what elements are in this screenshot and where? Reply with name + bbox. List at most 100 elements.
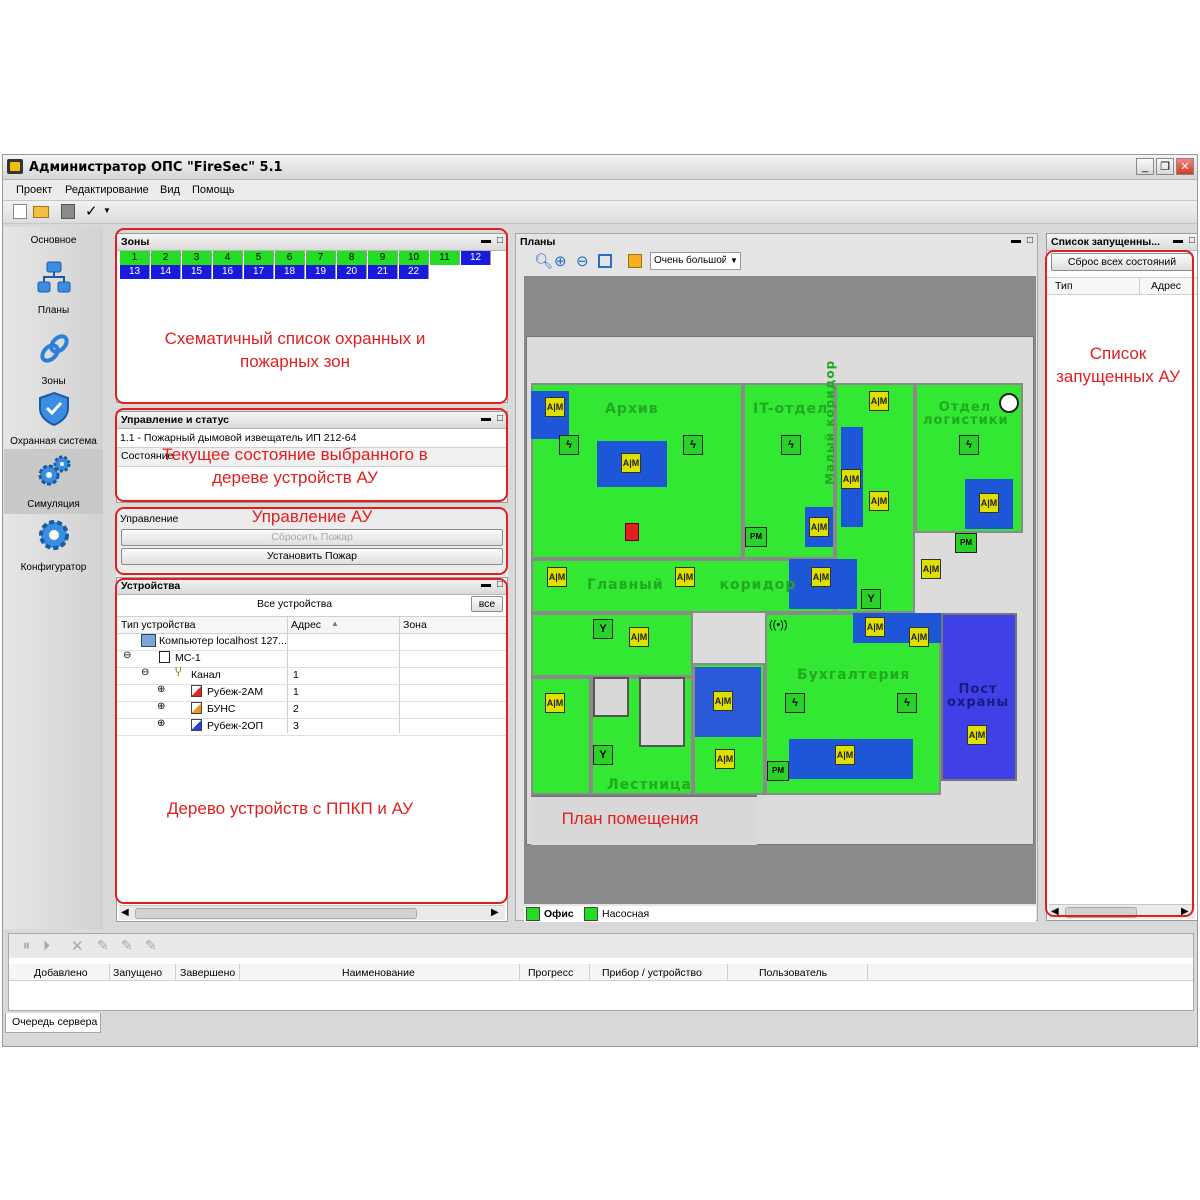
zone-cell-20[interactable]: 20 bbox=[337, 265, 367, 279]
zone-cell-7[interactable]: 7 bbox=[306, 251, 336, 265]
zone-cell-8[interactable]: 8 bbox=[337, 251, 367, 265]
heat-sensor-icon[interactable]: ϟ bbox=[897, 693, 917, 713]
nav-item-zones[interactable]: Зоны bbox=[4, 331, 103, 387]
collapse-icon[interactable]: ⊖ bbox=[141, 667, 149, 678]
menu-project[interactable]: Проект bbox=[16, 184, 52, 196]
maximize-icon[interactable]: □ bbox=[497, 235, 503, 246]
zoom-in-icon[interactable]: ⊕ bbox=[554, 252, 567, 270]
heat-sensor-icon[interactable]: ϟ bbox=[785, 693, 805, 713]
restore-button[interactable]: ❐ bbox=[1156, 158, 1174, 175]
dropdown-arrow-icon[interactable]: ▼ bbox=[103, 206, 111, 215]
col-type[interactable]: Тип bbox=[1055, 280, 1073, 292]
reset-all-states-button[interactable]: Сброс всех состояний bbox=[1051, 253, 1193, 271]
maximize-icon[interactable]: □ bbox=[497, 413, 503, 424]
zone-cell-21[interactable]: 21 bbox=[368, 265, 398, 279]
zone-cell-9[interactable]: 9 bbox=[368, 251, 398, 265]
close-button[interactable]: ✕ bbox=[1176, 158, 1194, 175]
zoom-out-icon[interactable]: ⊖ bbox=[576, 252, 589, 270]
nav-item-simulation[interactable]: Симуляция bbox=[4, 449, 103, 514]
col-started[interactable]: Запущено bbox=[113, 967, 162, 979]
zone-cell-5[interactable]: 5 bbox=[244, 251, 274, 265]
expand-icon[interactable]: ⊕ bbox=[157, 684, 165, 695]
scroll-thumb[interactable] bbox=[1065, 907, 1137, 918]
zone-cell-4[interactable]: 4 bbox=[213, 251, 243, 265]
antenna-icon[interactable]: Y bbox=[593, 745, 613, 765]
col-progress[interactable]: Прогресс bbox=[528, 967, 573, 979]
collapse-icon[interactable]: ⊖ bbox=[123, 650, 131, 661]
open-folder-icon[interactable] bbox=[33, 206, 49, 218]
menu-help[interactable]: Помощь bbox=[192, 184, 235, 196]
am-sensor[interactable]: А|М bbox=[545, 693, 565, 713]
play-icon[interactable]: ⏵︎ bbox=[43, 937, 50, 954]
menu-view[interactable]: Вид bbox=[160, 184, 180, 196]
am-sensor[interactable]: А|М bbox=[841, 469, 861, 489]
pm-module[interactable]: PM bbox=[745, 527, 767, 547]
task-icon-1[interactable]: ✎ bbox=[97, 937, 109, 954]
antenna-icon[interactable]: Y bbox=[861, 589, 881, 609]
pin-icon[interactable]: ▬ bbox=[1011, 235, 1021, 246]
zone-cell-3[interactable]: 3 bbox=[182, 251, 212, 265]
floor-plan[interactable]: Архив IT-отдел Отдел логистики Малый кор… bbox=[526, 336, 1034, 845]
scroll-right-icon[interactable]: ▶ bbox=[491, 907, 499, 918]
pause-icon[interactable]: ⏸︎ bbox=[23, 937, 30, 954]
tree-row-buns[interactable]: ⊕ БУНС 2 bbox=[117, 701, 507, 719]
am-sensor[interactable]: А|М bbox=[809, 517, 829, 537]
layers-icon[interactable] bbox=[628, 254, 642, 268]
set-fire-button[interactable]: Установить Пожар bbox=[121, 548, 503, 565]
zone-cell-18[interactable]: 18 bbox=[275, 265, 305, 279]
zoom-select[interactable]: Очень большой ▼ bbox=[650, 252, 741, 270]
col-zone[interactable]: Зона bbox=[403, 619, 427, 631]
heat-sensor-icon[interactable]: ϟ bbox=[959, 435, 979, 455]
zone-cell-22[interactable]: 22 bbox=[399, 265, 429, 279]
pin-icon[interactable]: ▬ bbox=[1173, 235, 1183, 246]
col-device[interactable]: Прибор / устройство bbox=[602, 967, 702, 979]
am-sensor[interactable]: А|М bbox=[835, 745, 855, 765]
reset-fire-button[interactable]: Сбросить Пожар bbox=[121, 529, 503, 546]
zone-cell-2[interactable]: 2 bbox=[151, 251, 181, 265]
all-devices-button[interactable]: все bbox=[471, 596, 503, 612]
menu-edit[interactable]: Редактирование bbox=[65, 184, 149, 196]
zone-cell-16[interactable]: 16 bbox=[213, 265, 243, 279]
scroll-left-icon[interactable]: ◀ bbox=[1051, 906, 1059, 917]
tree-row-rubezh-2op[interactable]: ⊕ Рубеж-2ОП 3 bbox=[117, 718, 507, 736]
tree-row-computer[interactable]: Компьютер localhost 127... bbox=[117, 633, 507, 651]
am-sensor[interactable]: А|М bbox=[921, 559, 941, 579]
new-file-icon[interactable] bbox=[13, 204, 27, 219]
expand-icon[interactable]: ⊕ bbox=[157, 718, 165, 729]
tree-row-channel[interactable]: ⊖ Ⴤ Канал 1 bbox=[117, 667, 507, 685]
pin-icon[interactable]: ▬ bbox=[481, 579, 491, 590]
am-sensor[interactable]: А|М bbox=[713, 691, 733, 711]
zone-cell-10[interactable]: 10 bbox=[399, 251, 429, 265]
zone-cell-12[interactable]: 12 bbox=[461, 251, 491, 265]
col-name[interactable]: Наименование bbox=[342, 967, 415, 979]
maximize-icon[interactable]: □ bbox=[1189, 235, 1195, 246]
nav-item-configurator[interactable]: Конфигуратор bbox=[4, 517, 103, 573]
col-address[interactable]: Адрес bbox=[1151, 280, 1181, 292]
antenna-icon[interactable]: Y bbox=[593, 619, 613, 639]
pm-module[interactable]: PM bbox=[767, 761, 789, 781]
am-sensor[interactable]: А|М bbox=[869, 391, 889, 411]
fit-icon[interactable] bbox=[598, 254, 612, 268]
am-sensor[interactable]: А|М bbox=[909, 627, 929, 647]
pin-icon[interactable]: ▬ bbox=[481, 413, 491, 424]
nav-item-security[interactable]: Охранная система bbox=[4, 391, 103, 447]
am-sensor[interactable]: А|М bbox=[811, 567, 831, 587]
nav-item-plans[interactable]: Планы bbox=[4, 260, 103, 316]
col-device-type[interactable]: Тип устройства bbox=[121, 619, 196, 631]
col-finished[interactable]: Завершено bbox=[180, 967, 235, 979]
am-sensor[interactable]: А|М bbox=[629, 627, 649, 647]
heat-sensor-icon[interactable]: ϟ bbox=[559, 435, 579, 455]
zone-cell-17[interactable]: 17 bbox=[244, 265, 274, 279]
heat-sensor-icon[interactable]: ϟ bbox=[683, 435, 703, 455]
apply-check-icon[interactable]: ✓ bbox=[85, 202, 98, 220]
zone-cell-11[interactable]: 11 bbox=[430, 251, 460, 265]
pin-icon[interactable]: ▬ bbox=[481, 235, 491, 246]
devices-h-scrollbar[interactable]: ◀ ▶ bbox=[119, 905, 505, 920]
am-sensor[interactable]: А|М bbox=[545, 397, 565, 417]
am-sensor[interactable]: А|М bbox=[967, 725, 987, 745]
maximize-icon[interactable]: □ bbox=[497, 579, 503, 590]
col-added[interactable]: Добавлено bbox=[34, 967, 88, 979]
zone-cell-6[interactable]: 6 bbox=[275, 251, 305, 265]
pm-module[interactable]: PM bbox=[955, 533, 977, 553]
col-user[interactable]: Пользователь bbox=[759, 967, 827, 979]
